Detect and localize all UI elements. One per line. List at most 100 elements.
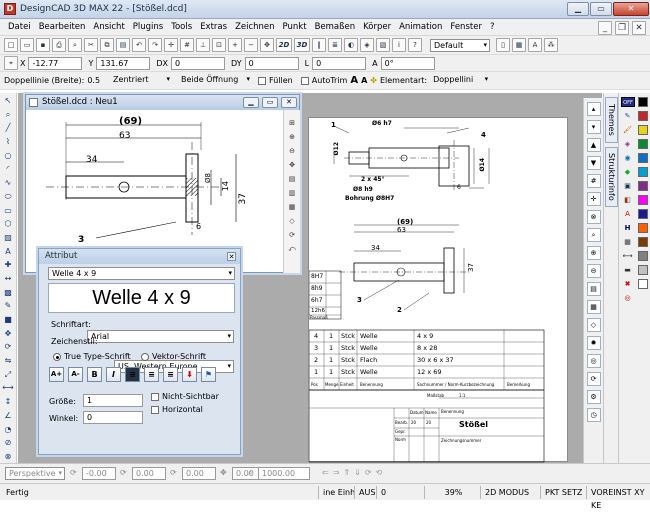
mdi-minimize-icon[interactable]: _ [598,21,612,35]
menu-zeichnen[interactable]: Zeichnen [235,22,274,32]
snap-toggle-icon[interactable]: ✛ [586,192,601,206]
child-window-titlebar[interactable]: Stößel.dcd : Neu1 ▁ ▭ ✕ [26,95,299,110]
drawing-child-window[interactable]: Stößel.dcd : Neu1 ▁ ▭ ✕ (69) 63 34 Ø8 14… [25,94,300,273]
menu-bearbeiten[interactable]: Bearbeiten [39,22,86,32]
h2-icon[interactable]: H [622,223,633,234]
view-zoom-icon[interactable]: ⌕ [248,468,252,478]
view-side-icon[interactable]: ▦ [287,202,298,213]
zoom-extents-icon[interactable]: ⊞ [287,118,298,129]
align-right-icon[interactable]: ≡ [163,367,178,382]
pan-icon[interactable]: ✥ [260,38,274,52]
status-point[interactable]: PKT SETZ [540,486,584,499]
color-swatch[interactable] [638,111,648,121]
layer-up-icon[interactable]: ▲ [586,138,601,152]
open-folder-icon[interactable]: ▭ [20,38,34,52]
color-swatch[interactable] [638,125,648,135]
x-coord-field[interactable]: -12.77 [28,56,83,70]
rotate-icon[interactable]: ⟳ [2,341,14,353]
zoom-in-small-icon[interactable]: ⊕ [287,132,298,143]
doc-icon[interactable]: ▯ [496,38,510,52]
horizontal-checkbox-box[interactable] [151,405,159,414]
grid-icon[interactable]: # [180,38,194,52]
zoom-out-icon[interactable]: − [244,38,258,52]
mdi-close-icon[interactable]: ✕ [632,21,646,35]
zoom-window-icon[interactable]: ⊡ [212,38,226,52]
color-off-button[interactable]: OFF [621,97,635,107]
curve-icon[interactable]: ∿ [2,177,14,189]
square-icon[interactable]: ■ [2,314,14,326]
info-icon[interactable]: i [392,38,406,52]
settings-icon[interactable]: ⚙ [586,390,601,404]
color-swatch[interactable] [638,167,648,177]
camera-icon[interactable]: ◎ [586,354,601,368]
layer-stack-icon[interactable]: ◈ [622,139,633,150]
mirror-icon[interactable]: ⇋ [2,355,14,367]
coord-mode-icon[interactable]: ⌖ [4,56,18,70]
view-field-3[interactable]: 0.00 [182,467,216,480]
truetype-radio-dot[interactable] [53,352,61,361]
child-close-button[interactable]: ✕ [281,97,297,108]
pen-icon[interactable]: ✎ [622,111,633,122]
angle-field[interactable]: 0° [380,56,435,70]
pointer-icon[interactable]: ↖ [2,95,14,107]
color-swatch[interactable] [638,237,648,247]
ortho-icon[interactable]: ⊥ [196,38,210,52]
size-field[interactable]: 1 [83,394,143,407]
length-field[interactable]: 0 [312,56,367,70]
zoom-icon[interactable]: ⌕ [2,109,14,121]
redraw-icon[interactable]: ⟳ [287,230,298,241]
shade-icon[interactable]: ◐ [344,38,358,52]
view-nav-icons[interactable]: ⇐⇒⇑⇓⟳⟲ [322,468,386,477]
drawing-sheet[interactable]: 1 Ø6 h7 4 Ø12 2 x 45° Ø8 h9 Bohrung Ø8H7… [308,117,568,463]
view-2d-button[interactable]: 2D [276,38,292,52]
menu-extras[interactable]: Extras [200,22,227,32]
paste-icon[interactable]: ▤ [116,38,130,52]
color-swatch[interactable] [638,195,648,205]
cube-icon[interactable]: ◧ [622,195,633,206]
view-3d-button[interactable]: 3D [294,38,310,52]
status-mode[interactable]: 2D MODUS [480,486,538,499]
bucket-icon[interactable]: ◉ [622,153,633,164]
polyline-icon[interactable]: ⌇ [2,136,14,148]
menu-bemassen[interactable]: Bemaßen [315,22,356,32]
menu-koerper[interactable]: Körper [363,22,391,32]
close-button[interactable]: ✕ [613,2,649,16]
zoom-minus-icon[interactable]: ⊖ [586,264,601,278]
cut-icon[interactable]: ✂ [84,38,98,52]
menu-punkt[interactable]: Punkt [283,22,307,32]
maximize-button[interactable]: ▭ [590,2,612,16]
text-bigger-icon[interactable]: A [350,75,358,86]
vector-radio[interactable]: Vektor-Schrift [141,352,206,361]
rectangle-icon[interactable]: ▭ [2,205,14,217]
dim-angular-icon[interactable]: ∠ [2,410,14,422]
layer-manager-icon[interactable]: ≣ [328,38,342,52]
polygon-icon[interactable]: ⬡ [2,218,14,230]
invisible-checkbox[interactable]: Nicht-Sichtbar [151,392,219,401]
view-plan-icon[interactable]: ▤ [586,282,601,296]
attribute-select[interactable]: Welle 4 x 9 [48,267,235,280]
view-move-icon[interactable]: ✥ [220,468,227,477]
move-icon[interactable]: ✥ [2,328,14,340]
menu-ansicht[interactable]: Ansicht [93,22,124,32]
fill-checkbox[interactable] [258,76,267,85]
color-swatch[interactable] [638,265,648,275]
new-file-icon[interactable]: □ [4,38,18,52]
brush-icon[interactable]: 🖌 [622,125,633,136]
clock-view-icon[interactable]: ◷ [586,408,601,422]
color-swatch[interactable] [638,251,648,261]
measure-palette-icon[interactable]: ⟷ [622,251,633,262]
color-swatch[interactable] [638,223,648,233]
text-tool-icon[interactable]: A [2,246,14,258]
menu-plugins[interactable]: Plugins [133,22,163,32]
undo-icon[interactable]: ↶ [132,38,146,52]
menu-fenster[interactable]: Fenster [450,22,482,32]
dx-field[interactable]: 0 [171,56,226,70]
tab-structure-info[interactable]: Strukturinfo [605,147,618,207]
menu-animation[interactable]: Animation [399,22,442,32]
scroll-up-icon[interactable]: ▴ [586,102,601,116]
snap-icon[interactable]: ✛ [164,38,178,52]
dim-radius-icon[interactable]: ◔ [2,424,14,436]
dim-horizontal-icon[interactable]: ⟷ [2,382,14,394]
font-select[interactable]: Arial [87,330,234,343]
color-swatch[interactable] [638,97,648,107]
